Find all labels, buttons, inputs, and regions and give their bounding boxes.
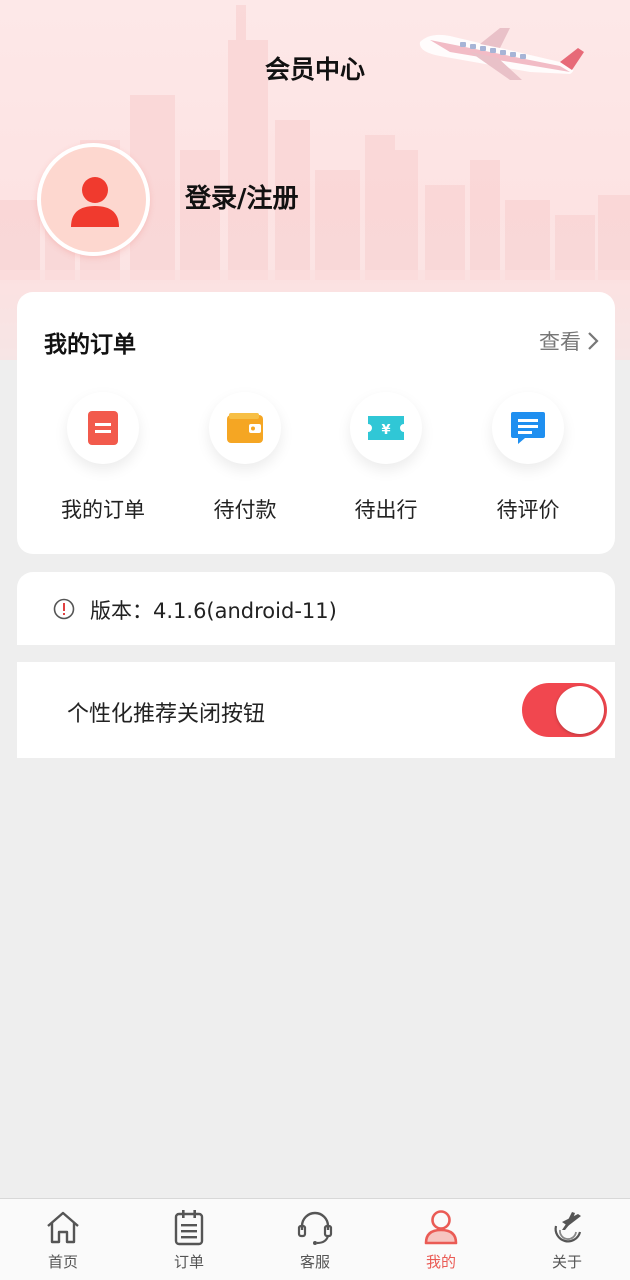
order-entry-pending-travel[interactable]: ¥ 待出行 xyxy=(331,392,441,524)
login-register-link[interactable]: 登录/注册 xyxy=(185,178,299,215)
headset-icon xyxy=(297,1211,333,1245)
tab-orders[interactable]: 订单 xyxy=(126,1199,252,1280)
order-entry-all[interactable]: 我的订单 xyxy=(48,392,158,524)
tab-label: 订单 xyxy=(173,1253,204,1271)
personalization-label: 个性化推荐关闭按钮 xyxy=(67,702,266,727)
orders-section-title: 我的订单 xyxy=(44,332,136,358)
tab-mine[interactable]: 我的 xyxy=(378,1199,504,1280)
home-icon xyxy=(47,1211,79,1244)
order-entry-label: 我的订单 xyxy=(61,498,145,522)
view-label: 查看 xyxy=(539,330,581,354)
bottom-tab-bar: 首页 订单 客服 我的 关于 xyxy=(0,1198,630,1280)
avatar[interactable] xyxy=(37,143,150,256)
clipboard-icon xyxy=(174,1210,204,1246)
tab-label: 客服 xyxy=(299,1253,330,1271)
order-entry-label: 待评价 xyxy=(496,498,560,522)
version-text: 版本：4.1.6(android-11) xyxy=(90,599,337,623)
tab-label: 关于 xyxy=(551,1253,582,1271)
version-row: 版本：4.1.6(android-11) xyxy=(17,572,615,645)
tab-customer-service[interactable]: 客服 xyxy=(252,1199,378,1280)
order-entry-label: 待付款 xyxy=(213,498,277,522)
order-list-icon xyxy=(67,392,139,464)
tab-label: 我的 xyxy=(425,1253,456,1271)
tab-about[interactable]: 关于 xyxy=(504,1199,630,1280)
tab-home[interactable]: 首页 xyxy=(0,1199,126,1280)
order-entry-label: 待出行 xyxy=(354,498,418,522)
wallet-icon xyxy=(209,392,281,464)
personalization-row: 个性化推荐关闭按钮 xyxy=(17,662,615,758)
svg-text:¥: ¥ xyxy=(381,423,390,438)
ticket-icon: ¥ xyxy=(350,392,422,464)
user-avatar-icon xyxy=(71,177,119,227)
personalization-toggle[interactable] xyxy=(522,683,607,737)
order-entry-pending-payment[interactable]: 待付款 xyxy=(190,392,300,524)
tab-label: 首页 xyxy=(47,1253,78,1271)
toggle-knob xyxy=(556,686,604,734)
my-orders-card: 我的订单 查看 我的订单 待付款 ¥ 待出行 待评价 xyxy=(17,292,615,554)
order-entry-pending-review[interactable]: 待评价 xyxy=(473,392,583,524)
user-icon xyxy=(424,1210,458,1245)
plane-logo-icon xyxy=(554,1212,582,1243)
comment-icon xyxy=(492,392,564,464)
page-title: 会员中心 xyxy=(264,55,365,84)
info-icon xyxy=(53,598,75,620)
chevron-right-icon xyxy=(588,332,599,350)
view-all-orders-link[interactable]: 查看 xyxy=(539,326,599,356)
